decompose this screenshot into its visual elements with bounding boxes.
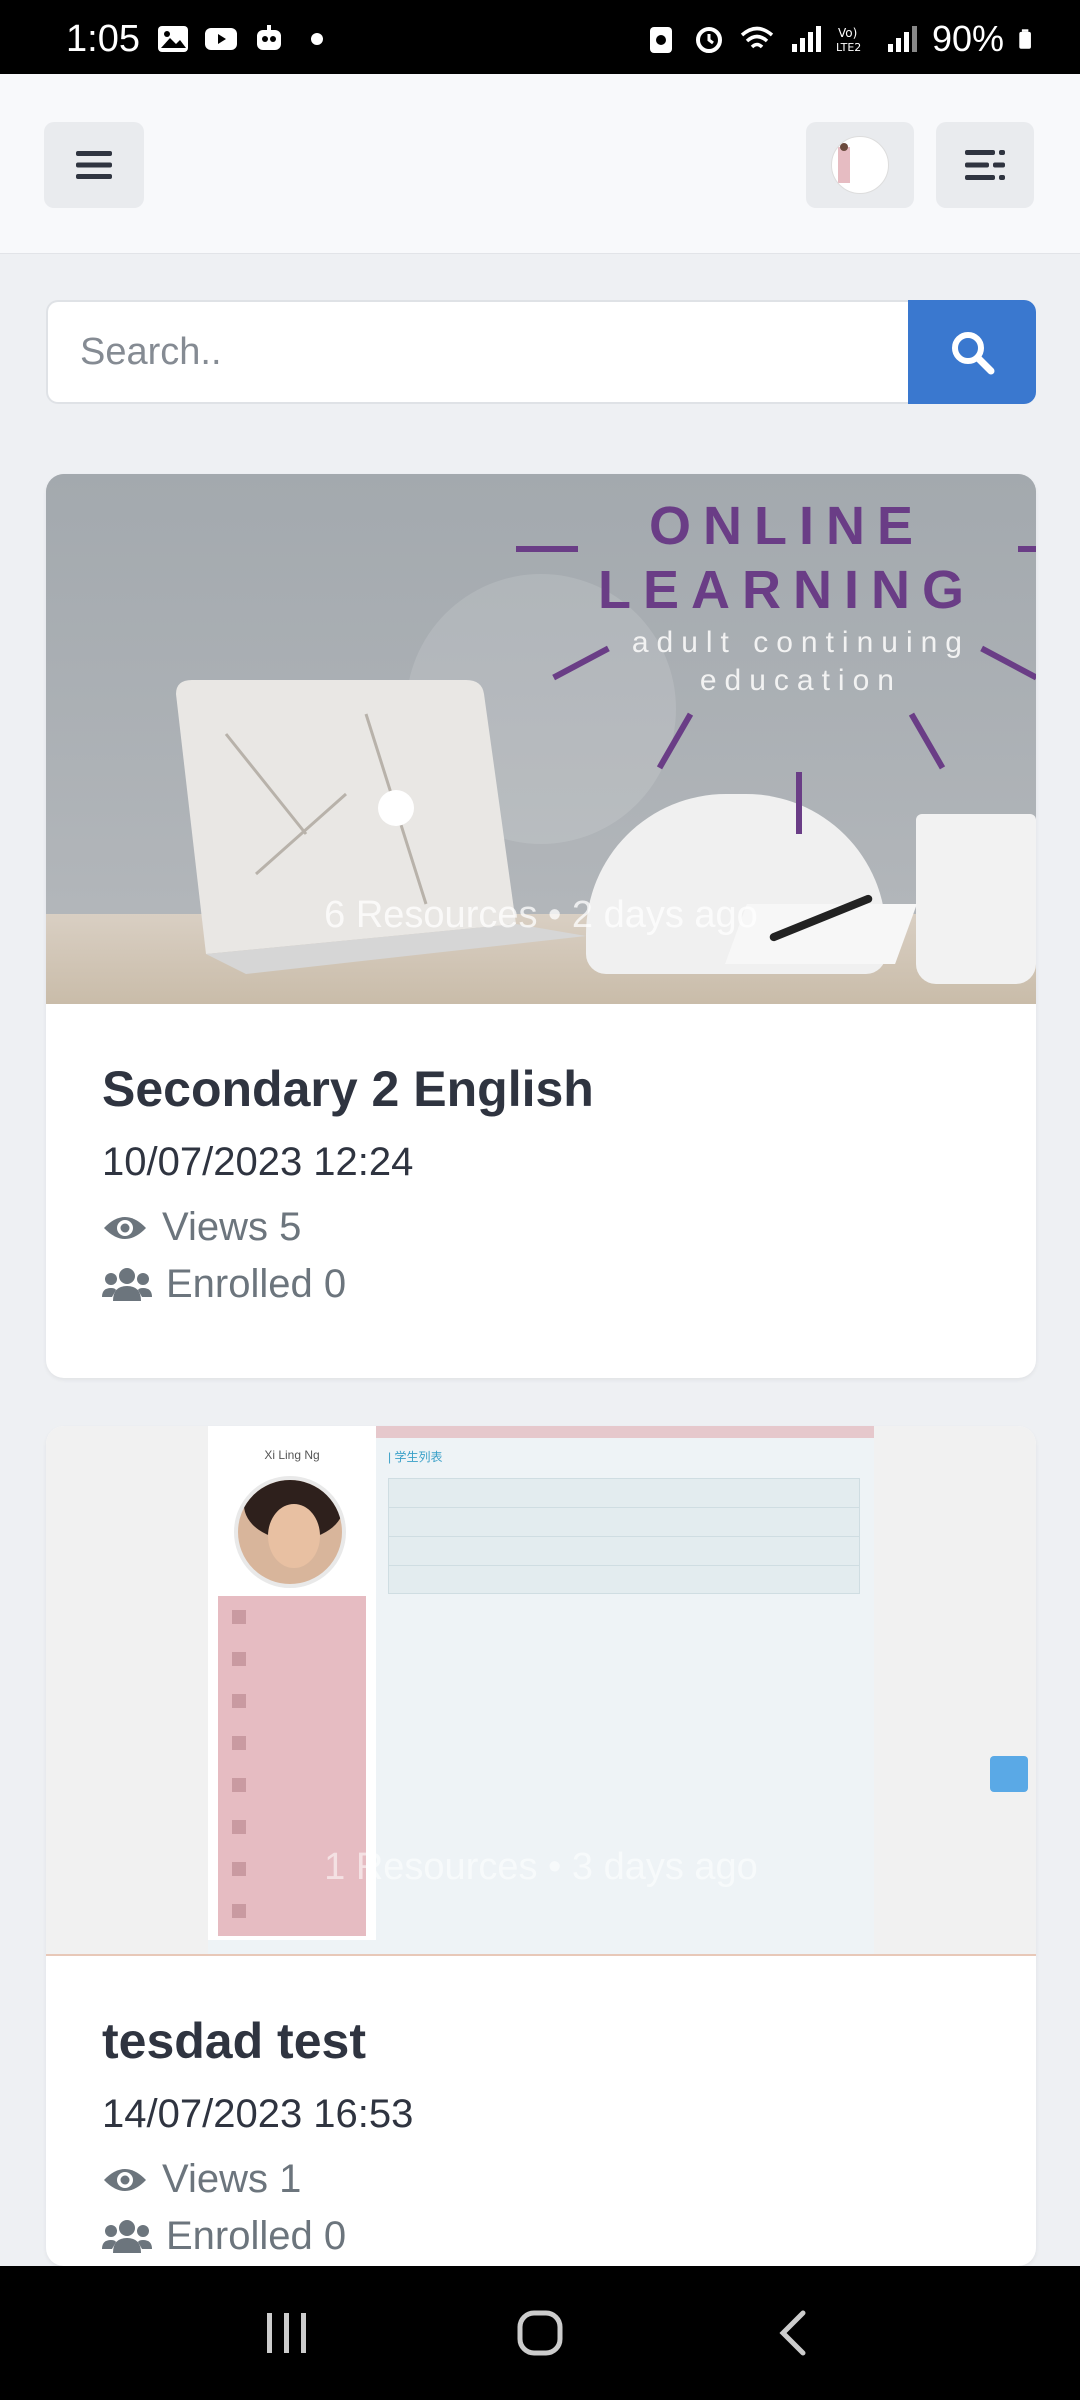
user-avatar [831,136,889,194]
course-title[interactable]: Secondary 2 English [102,1060,980,1118]
resources-meta: 6 Resources • 2 days ago [324,894,758,936]
chat-icon[interactable] [990,1756,1028,1792]
back-button[interactable] [753,2293,833,2373]
battery-icon [1019,29,1031,49]
system-nav-bar [0,2266,1080,2400]
wifi-icon [740,26,774,49]
status-time: 1:05 [66,18,140,60]
mock-user-name: Xi Ling Ng [264,1448,320,1462]
home-button[interactable] [500,2293,580,2373]
course-card[interactable]: ONLINE LEARNING adult continuing educati… [46,474,1036,1378]
search-bar [46,300,1036,404]
search-input[interactable] [46,300,908,404]
gallery-icon [158,26,188,52]
alarm-icon [695,27,722,53]
svg-text:Vo): Vo) [838,26,857,40]
course-date: 10/07/2023 12:24 [102,1140,414,1184]
views-stat: Views 1 [102,2157,980,2202]
eye-icon [104,1216,146,1239]
bot-icon [257,25,281,50]
recents-button[interactable] [247,2293,327,2373]
mock-table [388,1478,860,1594]
svg-text:LTE2: LTE2 [836,41,861,54]
signal2-icon [887,26,917,52]
enrolled-label: Enrolled 0 [166,1262,347,1306]
back-icon [779,2310,806,2356]
home-icon [517,2310,563,2356]
course-date: 14/07/2023 16:53 [102,2092,414,2136]
status-bar: 1:05 Vo) LTE2 90% [0,0,1080,74]
menu-button[interactable] [44,122,144,208]
course-thumbnail: ONLINE LEARNING adult continuing educati… [46,474,1036,1004]
eye-icon [104,2168,146,2191]
enrolled-label: Enrolled 0 [166,2214,347,2258]
course-thumbnail: Xi Ling Ng | 学生列表 1 Resources • 3 days a… [46,1426,1036,1956]
dot-icon [311,33,323,45]
profile-photo [234,1476,346,1588]
list-menu-icon [965,150,1005,180]
volte-icon: Vo)LTE2 [836,26,861,54]
views-label: Views 5 [162,1205,302,1249]
course-card[interactable]: Xi Ling Ng | 学生列表 1 Resources • 3 days a… [46,1426,1036,2266]
resources-meta: 1 Resources • 3 days ago [324,1846,758,1888]
search-button[interactable] [908,300,1036,404]
image-heading: ONLINE LEARNING [598,496,976,620]
image-subheading: adult continuing education [631,626,970,697]
enrolled-stat: Enrolled 0 [102,1262,980,1307]
youtube-icon [205,28,237,50]
app-header [0,74,1080,254]
users-icon [102,2219,152,2253]
recents-icon [266,2313,306,2353]
nfc-icon [649,27,672,53]
views-label: Views 1 [162,2157,302,2201]
battery-percent: 90% [931,18,1004,59]
enrolled-stat: Enrolled 0 [102,2214,980,2259]
hamburger-icon [76,151,112,179]
options-menu-button[interactable] [936,122,1034,208]
profile-button[interactable] [806,122,914,208]
mock-heading: | 学生列表 [388,1450,443,1464]
signal-icon [791,26,821,52]
course-title[interactable]: tesdad test [102,2012,980,2070]
users-icon [102,1267,152,1301]
views-stat: Views 5 [102,1205,980,1250]
search-icon [952,332,995,375]
